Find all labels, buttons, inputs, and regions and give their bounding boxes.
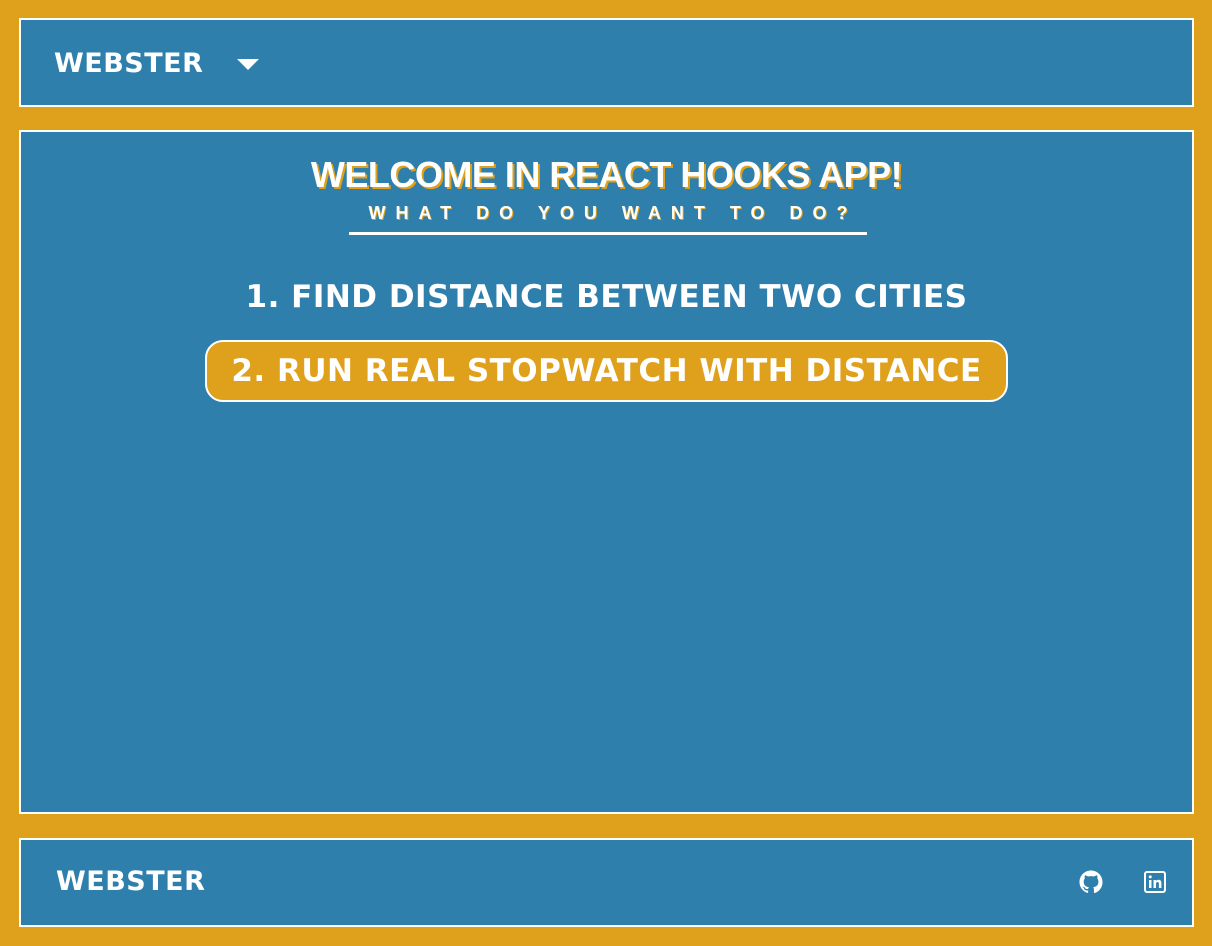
main-panel: WELCOME IN REACT HOOKS APP! WHAT DO YOU …	[19, 130, 1194, 814]
subtitle-underline: WHAT DO YOU WANT TO DO?	[349, 202, 867, 235]
options-menu: 1. FIND DISTANCE BETWEEN TWO CITIES 2. R…	[21, 266, 1192, 402]
github-icon[interactable]	[1079, 870, 1103, 894]
option-run-stopwatch[interactable]: 2. RUN REAL STOPWATCH WITH DISTANCE	[205, 340, 1008, 402]
page-subtitle: WHAT DO YOU WANT TO DO?	[368, 203, 858, 223]
caret-down-icon[interactable]	[237, 59, 259, 70]
linkedin-icon[interactable]	[1143, 870, 1167, 894]
footer-bar: WEBSTER	[19, 838, 1194, 927]
header-bar: WEBSTER	[19, 18, 1194, 107]
header-brand[interactable]: WEBSTER	[54, 48, 203, 79]
footer-brand: WEBSTER	[56, 866, 206, 897]
page-title: WELCOME IN REACT HOOKS APP!	[310, 154, 903, 195]
option-find-distance[interactable]: 1. FIND DISTANCE BETWEEN TWO CITIES	[220, 266, 994, 328]
